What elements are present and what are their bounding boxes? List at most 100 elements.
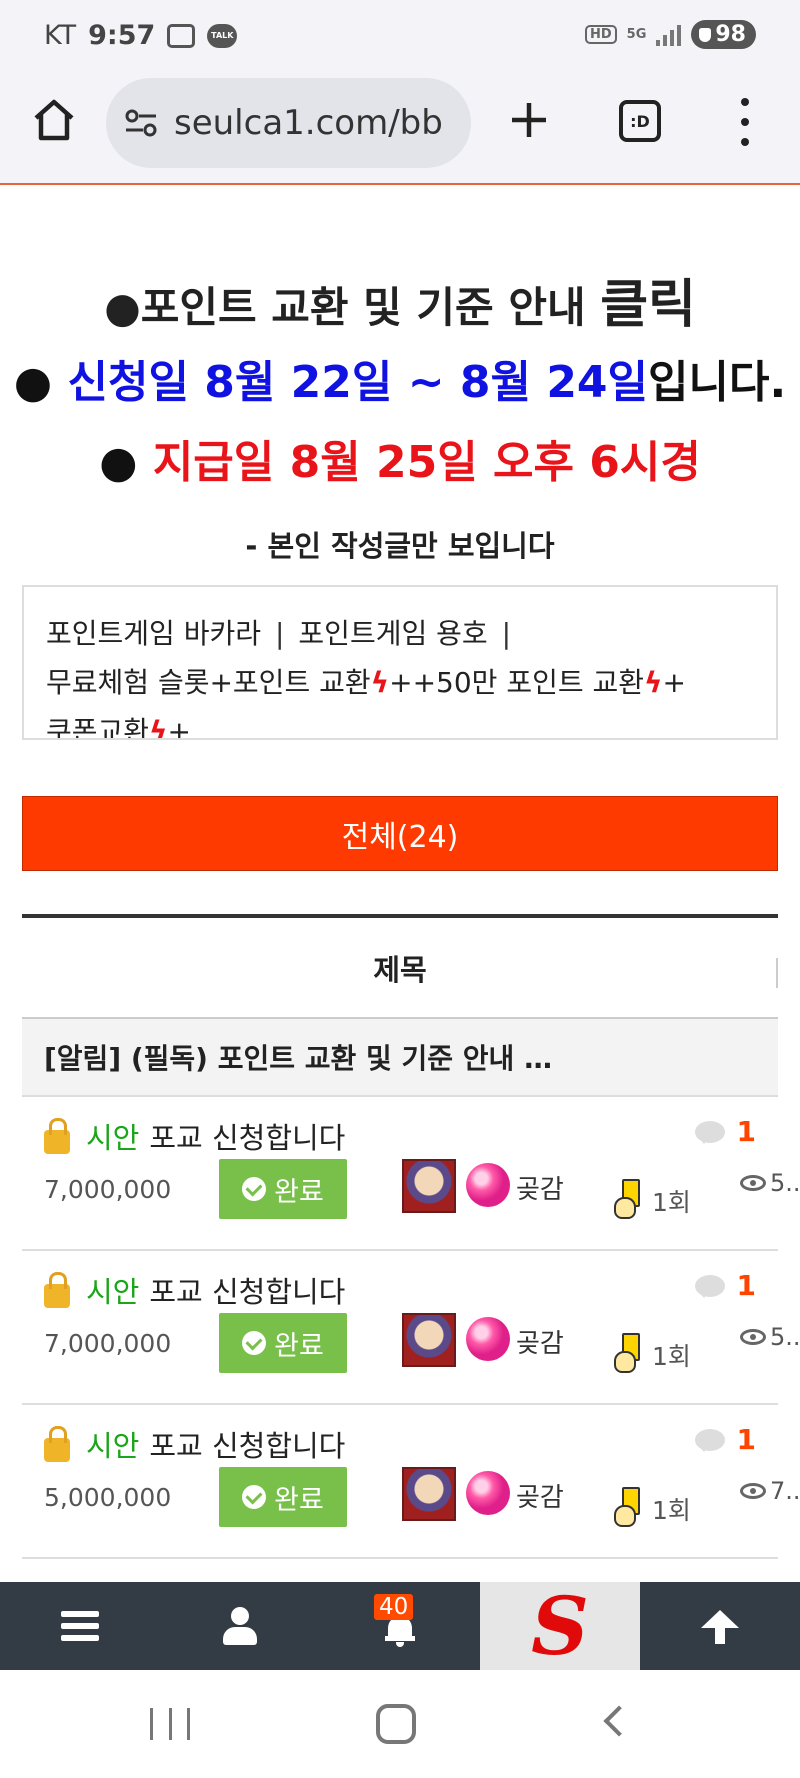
avatar[interactable] [402, 1467, 456, 1521]
author-nickname[interactable]: 곶감 [516, 1323, 564, 1360]
level-orb-icon [466, 1471, 510, 1515]
warning-count: 1회 [652, 1342, 691, 1371]
tab-switcher-button[interactable]: :D [619, 100, 661, 142]
lock-icon [44, 1118, 70, 1154]
author-nickname[interactable]: 곶감 [516, 1169, 564, 1206]
post-title-text: 포교 신청합니다 [149, 1429, 346, 1463]
category-link-baccarat[interactable]: 포인트게임 바카라 [46, 617, 261, 650]
address-bar[interactable]: seulca1.com/bb [106, 78, 471, 168]
lightning-icon: ϟ [644, 666, 663, 699]
post-title-text: 포교 신청합니다 [149, 1275, 346, 1309]
menu-button[interactable] [0, 1582, 160, 1670]
hd-voice-icon: HD [584, 25, 617, 44]
own-posts-note: - 본인 작성글만 보입니다 [245, 529, 555, 563]
comment-count: 1 [694, 1115, 756, 1148]
bullet: ● [99, 437, 153, 488]
comment-number: 1 [736, 1115, 756, 1148]
lightning-icon: ϟ [149, 715, 168, 740]
category-link-500k-exchange[interactable]: +50만 포인트 교환 [413, 666, 644, 699]
home-icon[interactable] [30, 96, 78, 144]
avatar[interactable] [402, 1159, 456, 1213]
browser-toolbar: seulca1.com/bb :D [0, 72, 800, 185]
post-category: 시안 [86, 1121, 140, 1155]
view-number: 5.. [770, 1323, 800, 1351]
site-logo-button[interactable]: S [480, 1582, 640, 1670]
notice-block: ●포인트 교환 및 기준 안내 클릭 ● 신청일 8월 22일 ~ 8월 24일… [0, 270, 800, 565]
status-label: 완료 [274, 1330, 324, 1362]
warning-count: 1회 [652, 1188, 691, 1217]
comment-icon [694, 1120, 725, 1144]
pinned-notice-row[interactable]: [알림] (필독) 포인트 교환 및 기준 안내 … [22, 1019, 778, 1097]
exchange-guide-link[interactable]: ●포인트 교환 및 기준 안내 클릭 [0, 270, 800, 343]
application-suffix: 입니다. [648, 357, 787, 408]
post-category: 시안 [86, 1429, 140, 1463]
all-posts-button[interactable]: 전체(24) [22, 796, 778, 871]
user-icon [223, 1607, 257, 1645]
bullet: ● [13, 357, 68, 408]
application-period: ● 신청일 8월 22일 ~ 8월 24일입니다. [0, 343, 800, 423]
battery-indicator: 98 [691, 20, 756, 49]
check-circle-icon [242, 1485, 267, 1509]
battery-level: 98 [715, 22, 746, 47]
bell-icon [385, 1616, 415, 1647]
network-5g-icon: 5G [626, 26, 647, 42]
check-circle-icon [242, 1331, 267, 1355]
lightning-icon: ϟ [370, 666, 390, 699]
profile-button[interactable] [160, 1582, 320, 1670]
scroll-top-button[interactable] [640, 1582, 800, 1670]
table-row[interactable]: 시안 포교 신청합니다 1 7,000,000 완료 곶감 1회 5.. [22, 1097, 800, 1251]
separator: | [501, 617, 512, 650]
check-circle-icon [242, 1177, 267, 1201]
post-title-text: 포교 신청합니다 [149, 1121, 346, 1155]
notification-badge: 40 [374, 1594, 414, 1620]
post-title[interactable]: 시안 포교 신청합니다 [44, 1115, 345, 1157]
new-tab-icon[interactable] [508, 99, 550, 141]
title-column-header: 제목 [373, 952, 427, 987]
notice-line1-text: ●포인트 교환 및 기준 안내 [104, 283, 601, 332]
comment-icon [694, 1428, 725, 1452]
view-number: 5.. [770, 1169, 800, 1197]
comment-number: 1 [736, 1423, 756, 1456]
table-row[interactable]: 시안 포교 신청합니다 1 7,000,000 완료 곶감 1회 5.. [22, 1251, 800, 1405]
site-settings-icon[interactable] [124, 106, 158, 140]
table-row[interactable]: 시안 포교 신청합니다 1 5,000,000 완료 곶감 1회 7.. [22, 1405, 800, 1559]
site-logo: S [531, 1579, 589, 1673]
status-label: 완료 [274, 1176, 324, 1208]
amount: 7,000,000 [44, 1329, 172, 1358]
view-count: 5.. [740, 1323, 800, 1351]
kakaotalk-icon: TALK [207, 23, 238, 48]
home-nav-icon[interactable] [376, 1704, 416, 1744]
post-category: 시안 [86, 1275, 140, 1309]
column-divider [776, 958, 778, 988]
category-link-free-slot[interactable]: 무료체험 슬롯+포인트 교환 [46, 666, 371, 699]
plus-text: + [662, 666, 686, 699]
warning-count: 1회 [652, 1496, 691, 1525]
level-orb-icon [466, 1317, 510, 1361]
payment-date: ● 지급일 8월 25일 오후 6시경 [0, 423, 800, 503]
bottom-app-bar: 40 S [0, 1582, 800, 1670]
more-options-icon[interactable] [730, 98, 760, 146]
url-text: seulca1.com/bb [174, 103, 443, 143]
back-icon[interactable] [603, 1705, 635, 1737]
author-nickname[interactable]: 곶감 [516, 1477, 564, 1514]
lock-icon [44, 1426, 70, 1462]
post-title[interactable]: 시안 포교 신청합니다 [44, 1423, 345, 1465]
recent-apps-icon[interactable] [150, 1708, 190, 1740]
eye-icon [740, 1483, 766, 1499]
comment-number: 1 [736, 1269, 756, 1302]
post-title[interactable]: 시안 포교 신청합니다 [44, 1269, 345, 1311]
click-label[interactable]: 클릭 [600, 275, 696, 335]
view-count: 5.. [740, 1169, 800, 1197]
category-link-coupon[interactable]: 쿠폰교환 [46, 715, 149, 738]
yellow-card-icon [612, 1333, 642, 1373]
battery-icon [699, 27, 712, 42]
avatar[interactable] [402, 1313, 456, 1367]
application-dates: 신청일 8월 22일 ~ 8월 24일 [67, 357, 649, 408]
view-count: 7.. [740, 1477, 800, 1505]
category-link-dragon-tiger[interactable]: 포인트게임 용호 [298, 617, 487, 650]
status-bar: KT 9:57 TALK HD 5G 98 [0, 0, 800, 72]
plus-text: + [167, 715, 191, 740]
arrow-up-icon [701, 1610, 739, 1644]
amount: 5,000,000 [44, 1483, 172, 1512]
signal-icon [656, 24, 682, 46]
